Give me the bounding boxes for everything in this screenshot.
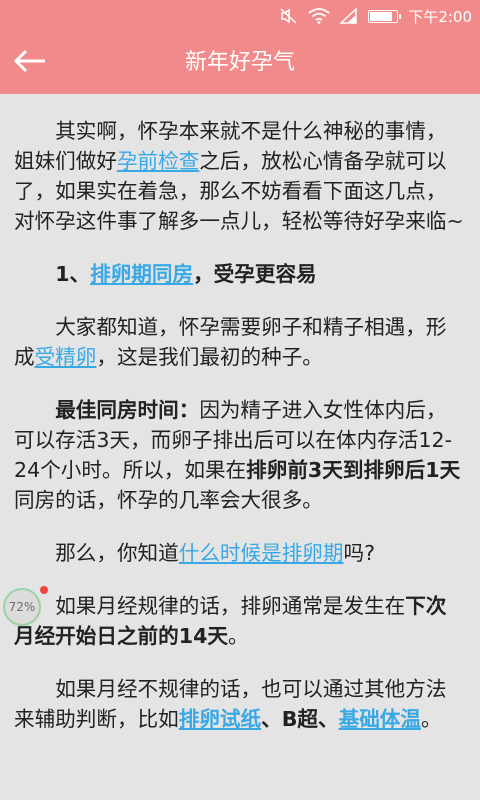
status-icons: 下午2:00 xyxy=(280,0,472,32)
status-time: 下午2:00 xyxy=(408,7,472,26)
paragraph-intro: 其实啊，怀孕本来就不是什么神秘的事情，姐妹们做好孕前检查之后，放松心情备孕就可以… xyxy=(14,119,464,233)
mute-icon xyxy=(280,8,298,24)
wifi-icon xyxy=(308,8,330,24)
page-title: 新年好孕气 xyxy=(184,50,295,75)
app-bar: 新年好孕气 xyxy=(0,32,480,94)
paragraph-egg-sperm: 大家都知道，怀孕需要卵子和精子相遇，形成受精卵，这是我们最初的种子。 xyxy=(14,315,447,369)
battery-icon xyxy=(368,9,402,23)
paragraph-best-time: 最佳同房时间：因为精子进入女性体内后，可以存活3天，而卵子排出后可以在体内存活1… xyxy=(14,398,461,512)
link-ovulation-test-strip[interactable]: 排卵试纸 xyxy=(179,707,261,731)
paragraph-irregular-cycle: 如果月经不规律的话，也可以通过其他方法来辅助判断，比如排卵试纸、B超、基础体温。 xyxy=(14,677,447,731)
link-ovulation-intercourse[interactable]: 排卵期同房 xyxy=(90,262,193,286)
link-prepregnancy-checkup[interactable]: 孕前检查 xyxy=(117,149,199,173)
notification-dot xyxy=(40,586,48,594)
paragraph-question: 那么，你知道什么时候是排卵期吗? xyxy=(55,541,376,565)
status-bar: 下午2:00 xyxy=(0,0,480,32)
article-content[interactable]: 其实啊，怀孕本来就不是什么神秘的事情，姐妹们做好孕前检查之后，放松心情备孕就可以… xyxy=(0,94,480,800)
signal-icon xyxy=(340,8,358,24)
paragraph-regular-cycle: 如果月经规律的话，排卵通常是发生在下次月经开始日之前的14天。 xyxy=(14,594,447,648)
floating-memory-badge[interactable]: 72% xyxy=(3,588,41,626)
link-fertilized-egg[interactable]: 受精卵 xyxy=(35,345,97,369)
link-basal-body-temperature[interactable]: 基础体温 xyxy=(339,707,421,731)
section-heading: 1、排卵期同房，受孕更容易 xyxy=(55,262,317,286)
link-when-ovulation[interactable]: 什么时候是排卵期 xyxy=(179,541,344,565)
